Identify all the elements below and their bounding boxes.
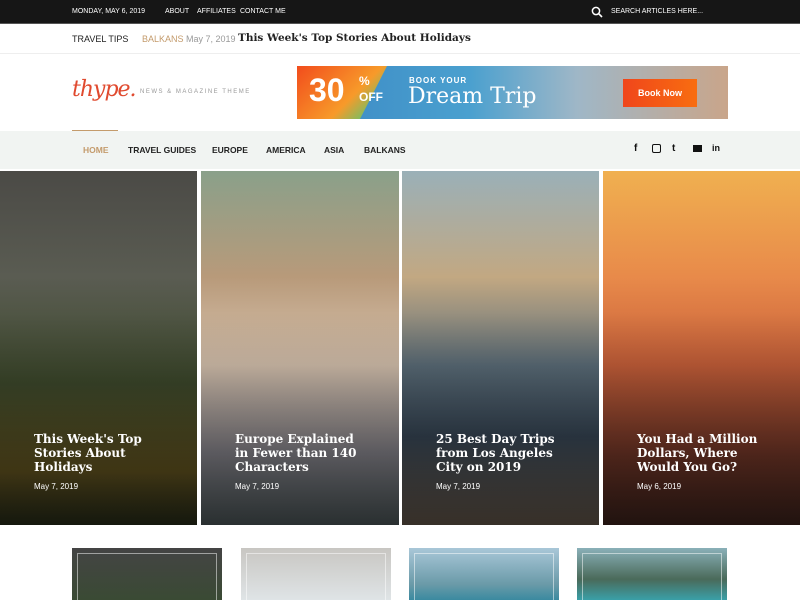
ad-off: OFF bbox=[359, 90, 383, 104]
ticker-label: Travel Tips bbox=[72, 34, 129, 44]
nav-america[interactable]: America bbox=[266, 145, 306, 155]
active-indicator bbox=[72, 130, 118, 131]
instagram-icon[interactable] bbox=[652, 144, 661, 153]
post-thumbnail[interactable] bbox=[241, 548, 391, 610]
hero-date: May 7, 2019 bbox=[34, 482, 79, 491]
link-about[interactable]: About bbox=[165, 8, 189, 15]
ticker-category[interactable]: Balkans bbox=[142, 34, 184, 44]
nav-asia[interactable]: Asia bbox=[324, 145, 344, 155]
hero-card[interactable]: 25 Best Day Trips from Los Angeles City … bbox=[402, 171, 599, 525]
ad-dream-trip: Dream Trip bbox=[408, 84, 537, 109]
hero-card[interactable]: You Had a Million Dollars, Where Would Y… bbox=[603, 171, 800, 525]
nav-travel-guides[interactable]: Travel Guides bbox=[128, 145, 196, 155]
linkedin-icon[interactable]: in bbox=[712, 143, 720, 153]
site-logo[interactable]: thype. bbox=[72, 77, 137, 102]
site-header: thype. NEWS & MAGAZINE THEME 30 % OFF BO… bbox=[0, 55, 800, 131]
hero-date: May 6, 2019 bbox=[637, 482, 682, 491]
facebook-icon[interactable]: f bbox=[634, 143, 637, 154]
ad-percent: 30 bbox=[309, 72, 345, 108]
hero-title[interactable]: Europe Explained in Fewer than 140 Chara… bbox=[235, 432, 365, 474]
hero-title[interactable]: This Week's Top Stories About Holidays bbox=[34, 432, 164, 474]
hero-date: May 7, 2019 bbox=[235, 482, 280, 491]
post-thumbnail[interactable] bbox=[577, 548, 727, 610]
search-input[interactable]: Search articles here... bbox=[611, 8, 703, 15]
hero-date: May 7, 2019 bbox=[436, 482, 481, 491]
hero-title[interactable]: 25 Best Day Trips from Los Angeles City … bbox=[436, 432, 566, 474]
nav-balkans[interactable]: Balkans bbox=[364, 145, 406, 155]
book-now-button[interactable]: Book Now bbox=[623, 79, 697, 107]
hero-card[interactable]: Europe Explained in Fewer than 140 Chara… bbox=[201, 171, 399, 525]
link-affiliates[interactable]: Affiliates bbox=[197, 8, 236, 15]
site-tagline: NEWS & MAGAZINE THEME bbox=[140, 89, 251, 95]
top-bar: Monday, May 6, 2019 About Affiliates Con… bbox=[0, 0, 800, 24]
email-icon[interactable] bbox=[693, 145, 702, 152]
ticker-headline[interactable]: This Week's Top Stories About Holidays bbox=[238, 32, 471, 44]
hero-card[interactable]: This Week's Top Stories About Holidays M… bbox=[0, 171, 197, 525]
news-ticker: Travel Tips Balkans May 7, 2019 This Wee… bbox=[0, 24, 800, 54]
hero-title[interactable]: You Had a Million Dollars, Where Would Y… bbox=[637, 432, 767, 474]
ticker-date: May 7, 2019 bbox=[186, 34, 236, 44]
post-thumbnail[interactable] bbox=[409, 548, 559, 610]
banner-ad[interactable]: 30 % OFF BOOK YOUR Dream Trip Book Now bbox=[297, 66, 728, 119]
current-date: Monday, May 6, 2019 bbox=[72, 8, 146, 15]
search-icon[interactable] bbox=[591, 6, 603, 18]
nav-home[interactable]: Home bbox=[83, 145, 109, 155]
ad-percent-sign: % bbox=[359, 74, 370, 88]
twitter-icon[interactable]: t bbox=[672, 143, 675, 154]
nav-europe[interactable]: Europe bbox=[212, 145, 248, 155]
main-nav: Home Travel Guides Europe America Asia B… bbox=[0, 130, 800, 169]
post-thumbnail[interactable] bbox=[72, 548, 222, 610]
link-contact[interactable]: Contact Me bbox=[240, 8, 286, 15]
